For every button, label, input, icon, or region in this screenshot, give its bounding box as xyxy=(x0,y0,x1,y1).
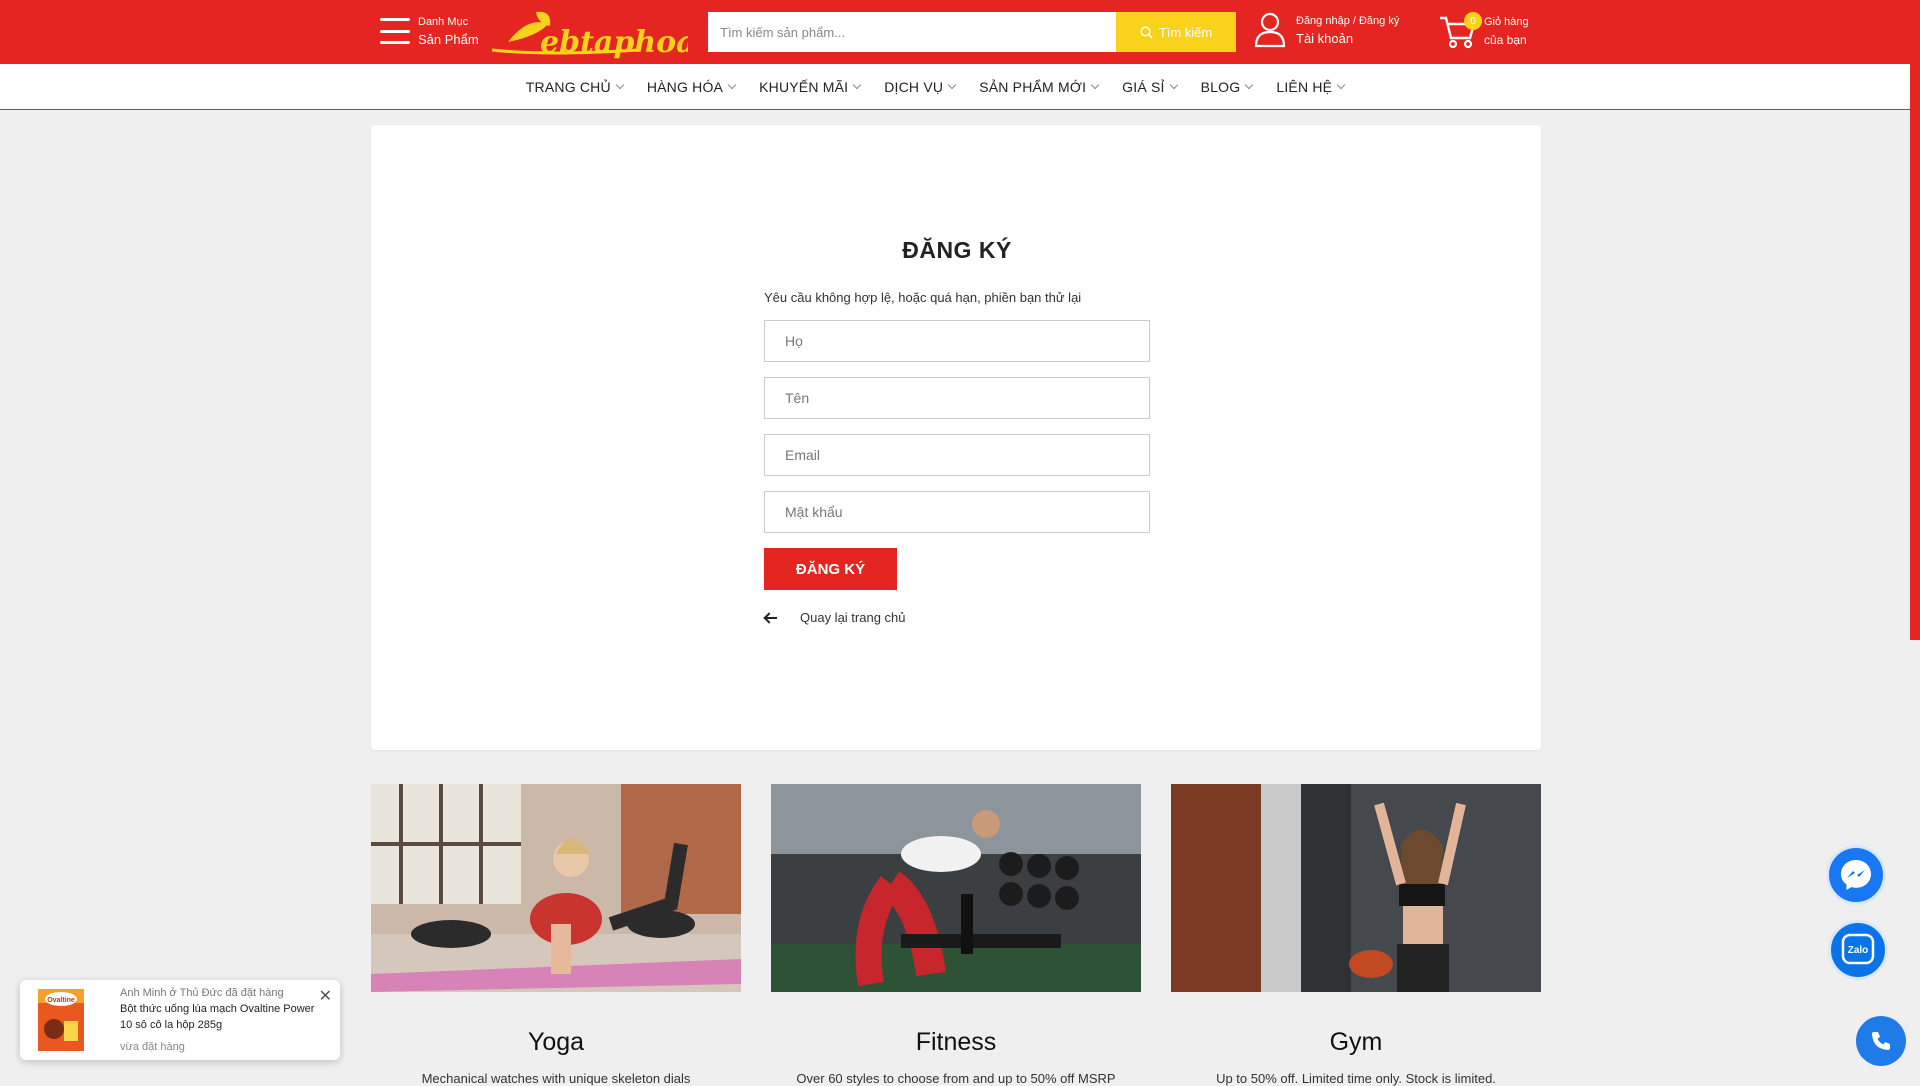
cart-label-line2: của bạn xyxy=(1484,33,1527,47)
chevron-down-icon xyxy=(1090,80,1100,90)
main-nav: TRANG CHỦ HÀNG HÓA KHUYẾN MÃI DỊCH VỤ SẢN PH… xyxy=(0,64,1910,110)
nav-item-label: TRANG CHỦ xyxy=(525,78,611,95)
fitness-image xyxy=(771,784,1141,992)
password-field[interactable] xyxy=(764,491,1150,533)
messenger-icon xyxy=(1841,860,1871,890)
nav-item-label: SẢN PHẨM MỚI xyxy=(979,78,1087,95)
cart-count-badge: 0 xyxy=(1464,12,1482,30)
nav-item-label: KHUYẾN MÃI xyxy=(759,78,849,95)
menu-label-line2: Sản Phẩm xyxy=(418,32,479,47)
nav-item-2[interactable]: KHUYẾN MÃI xyxy=(759,78,862,95)
account-login-label: Đăng nhập / Đăng ký xyxy=(1296,15,1400,27)
nav-item-label: HÀNG HÓA xyxy=(646,78,724,95)
phone-button[interactable] xyxy=(1856,1016,1906,1066)
register-form: ĐĂNG KÝ Yêu cầu không hợp lệ, hoặc quá h… xyxy=(764,237,1150,625)
chevron-down-icon xyxy=(852,80,862,90)
arrow-left-icon xyxy=(764,613,778,623)
chevron-down-icon xyxy=(1169,80,1178,90)
category-menu-toggle[interactable]: Danh Mục Sản Phẩm xyxy=(380,14,479,48)
chevron-down-icon xyxy=(947,80,957,90)
last-name-field[interactable] xyxy=(764,320,1150,362)
cart-link[interactable]: 0 Giỏ hàng của bạn xyxy=(1438,12,1529,50)
account-label: Tài khoản xyxy=(1296,31,1354,46)
toast-product: Bột thức uống lúa mạch Ovaltine Power 10… xyxy=(120,1003,315,1031)
gym-image xyxy=(1171,784,1541,992)
back-home-link[interactable]: Quay lại trang chủ xyxy=(764,610,1150,625)
chevron-down-icon xyxy=(727,80,737,90)
nav-item-6[interactable]: BLOG xyxy=(1200,78,1254,95)
chevron-down-icon xyxy=(1245,80,1254,90)
account-link[interactable]: Đăng nhập / Đăng ký Tài khoản xyxy=(1254,12,1399,48)
nav-item-3[interactable]: DỊCH VỤ xyxy=(884,78,957,95)
zalo-label: Zalo xyxy=(1848,945,1869,956)
nav-item-label: BLOG xyxy=(1200,78,1241,95)
thumb-brand-text: Ovaltine xyxy=(47,997,75,1004)
email-field[interactable] xyxy=(764,434,1150,476)
nav-item-0[interactable]: TRANG CHỦ xyxy=(525,78,625,95)
search-icon xyxy=(1140,25,1153,39)
page-title: ĐĂNG KÝ xyxy=(902,237,1012,263)
tile-title: Gym xyxy=(1329,1028,1383,1056)
category-tile-gym[interactable]: Gym Up to 50% off. Limited time only. St… xyxy=(1171,784,1541,1086)
menu-icon xyxy=(380,18,410,44)
nav-item-5[interactable]: GIÁ SỈ xyxy=(1122,78,1178,95)
logo-text: ebtaphoa.vn xyxy=(540,25,688,60)
cart-label-line1: Giỏ hàng xyxy=(1484,16,1529,28)
chevron-down-icon xyxy=(1336,80,1346,90)
search-bar: Tìm kiếm xyxy=(708,12,1236,52)
close-icon[interactable]: ✕ xyxy=(319,986,332,1006)
phone-icon xyxy=(1872,1032,1890,1050)
search-input[interactable] xyxy=(708,12,1116,52)
register-card: ĐĂNG KÝ Yêu cầu không hợp lệ, hoặc quá h… xyxy=(371,125,1541,750)
nav-item-7[interactable]: LIÊN HỆ xyxy=(1276,78,1346,95)
toast-customer: Anh Minh ở Thủ Đức đã đặt hàng xyxy=(120,987,284,999)
tile-title: Yoga xyxy=(527,1028,585,1056)
search-button-label: Tìm kiếm xyxy=(1158,24,1213,40)
back-home-label: Quay lại trang chủ xyxy=(800,610,906,625)
toast-time: vừa đặt hàng xyxy=(120,1041,185,1053)
nav-item-label: DỊCH VỤ xyxy=(884,78,944,95)
tile-description: Over 60 styles to choose from and up to … xyxy=(796,1071,1116,1086)
category-tile-fitness[interactable]: Fitness Over 60 styles to choose from an… xyxy=(771,784,1141,1086)
nav-item-label: GIÁ SỈ xyxy=(1122,78,1165,95)
first-name-field[interactable] xyxy=(764,377,1150,419)
top-header: Danh Mục Sản Phẩm ebtaphoa.vn Tìm kiếm Đ… xyxy=(0,0,1920,64)
register-button[interactable]: ĐĂNG KÝ xyxy=(764,548,897,590)
product-thumbnail: Ovaltine xyxy=(34,985,88,1055)
site-logo[interactable]: ebtaphoa.vn xyxy=(488,6,745,60)
error-message: Yêu cầu không hợp lệ, hoặc quá hạn, phiề… xyxy=(764,290,1082,305)
search-button[interactable]: Tìm kiếm xyxy=(1116,12,1236,52)
chevron-down-icon xyxy=(615,80,625,90)
tile-description: Mechanical watches with unique skeleton … xyxy=(421,1071,691,1086)
scrollbar-thumb[interactable] xyxy=(1910,0,1920,640)
menu-label-line1: Danh Mục xyxy=(418,16,469,28)
user-icon xyxy=(1254,12,1286,48)
zalo-icon: Zalo xyxy=(1841,933,1875,965)
zalo-button[interactable]: Zalo xyxy=(1828,920,1888,980)
category-tile-yoga[interactable]: Yoga Mechanical watches with unique skel… xyxy=(371,784,741,1086)
yoga-image xyxy=(371,784,741,992)
nav-item-4[interactable]: SẢN PHẨM MỚI xyxy=(979,78,1100,95)
messenger-button[interactable] xyxy=(1826,845,1886,905)
tile-description: Up to 50% off. Limited time only. Stock … xyxy=(1216,1071,1496,1086)
tile-title: Fitness xyxy=(915,1028,997,1056)
nav-item-1[interactable]: HÀNG HÓA xyxy=(646,78,737,95)
nav-item-label: LIÊN HỆ xyxy=(1276,78,1333,95)
recent-order-toast: Ovaltine Anh Minh ở Thủ Đức đã đặt hàng … xyxy=(20,980,340,1060)
